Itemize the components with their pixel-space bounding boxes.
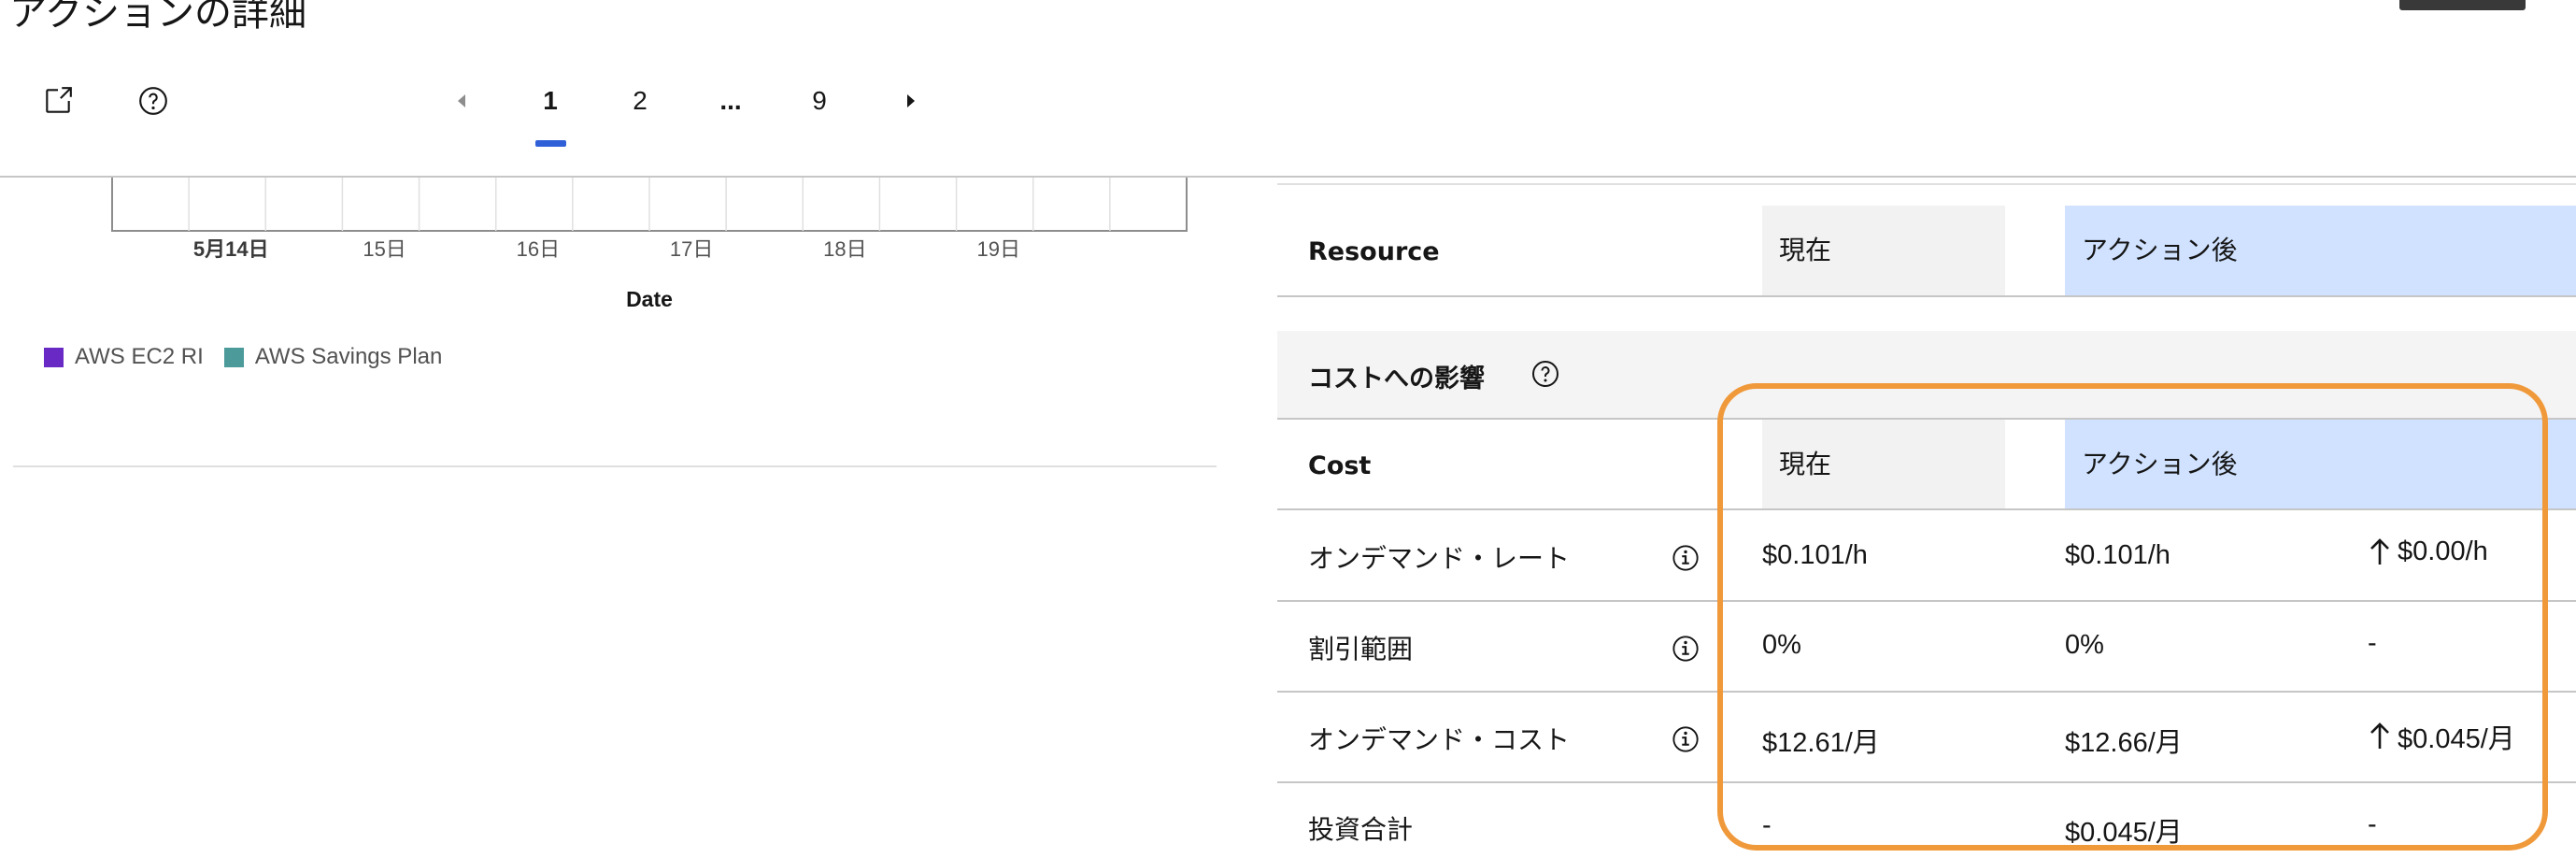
cell-after: $0.101/h: [2065, 540, 2170, 570]
info-icon[interactable]: [1672, 725, 1700, 753]
resource-current-label: 現在: [1779, 235, 1832, 265]
x-axis-title: Date: [626, 287, 673, 311]
legend-swatch: [223, 347, 244, 367]
row-divider: [1277, 600, 2576, 602]
arrow-up-icon: [2370, 537, 2389, 565]
help-icon: [1532, 361, 1558, 387]
next-page-button[interactable]: [892, 82, 930, 120]
caret-left-icon: [458, 94, 465, 107]
page-ellipsis[interactable]: ...: [707, 86, 754, 116]
cell-current: $0.101/h: [1762, 540, 1868, 570]
cost-current-label: 現在: [1779, 449, 1832, 479]
caret-right-icon: [907, 94, 915, 107]
delta-value: -: [2368, 809, 2377, 839]
cell-after: 0%: [2065, 630, 2104, 660]
cost-header-label: Cost: [1308, 451, 1372, 480]
row-divider: [1277, 508, 2576, 510]
row-divider: [1277, 781, 2576, 783]
legend-swatch: [44, 347, 64, 367]
chart: 5月14日 15日 16日 17日 18日 19日 Date: [111, 178, 1188, 311]
chart-legend: AWS EC2 RI AWS Savings Plan: [44, 344, 442, 370]
row-divider: [1277, 295, 2576, 297]
row-label-on-demand-cost: オンデマンド・コスト: [1308, 724, 1571, 755]
chart-divider: [13, 465, 1217, 467]
x-tick-label: 5月14日: [193, 237, 269, 261]
launch-icon: [46, 87, 72, 113]
cell-delta: $0.045/月: [2370, 717, 2515, 756]
chart-grid: [111, 178, 1188, 232]
cell-current: 0%: [1762, 630, 1801, 660]
chart-x-ticks: 5月14日 15日 16日 17日 18日 19日: [193, 237, 1020, 261]
resource-label: Resource: [1308, 237, 1440, 266]
x-tick-label: 17日: [670, 237, 713, 261]
cost-current-header: 現在: [1762, 420, 2005, 509]
row-divider: [1277, 691, 2576, 693]
arrow-up-icon: [2370, 722, 2389, 749]
cost-after-header: アクション後: [2065, 420, 2576, 509]
launch-button[interactable]: [34, 77, 82, 125]
delta-value: $0.00/h: [2398, 536, 2488, 566]
delta-value: -: [2368, 628, 2377, 658]
current-page-indicator: [535, 140, 566, 147]
info-icon[interactable]: [1672, 544, 1700, 572]
cell-delta: -: [2368, 628, 2377, 659]
cost-help-button[interactable]: [1521, 350, 1570, 398]
cell-delta: $0.00/h: [2370, 536, 2488, 567]
cell-after: $12.66/月: [2065, 728, 2183, 758]
page-1[interactable]: 1: [527, 86, 574, 116]
x-tick-label: 19日: [976, 237, 1019, 261]
row-label-total-investment: 投資合計: [1308, 814, 1414, 845]
cost-section-title: コストへの影響: [1308, 365, 1485, 393]
table-top-divider: [1277, 183, 2576, 185]
legend-label: AWS EC2 RI: [75, 344, 204, 369]
row-label-discount-coverage: 割引範囲: [1308, 634, 1414, 665]
resource-current-header: 現在: [1762, 206, 2005, 295]
x-tick-label: 18日: [823, 237, 866, 261]
legend-item-savings-plan[interactable]: AWS Savings Plan: [223, 344, 443, 370]
legend-item-ec2-ri[interactable]: AWS EC2 RI: [44, 344, 204, 370]
info-icon[interactable]: [1672, 635, 1700, 663]
cost-after-label: アクション後: [2082, 449, 2238, 479]
top-badge[interactable]: [2399, 0, 2526, 10]
cell-current: $12.61/月: [1762, 728, 1880, 758]
x-tick-label: 16日: [517, 237, 560, 261]
prev-page-button[interactable]: [443, 82, 480, 120]
x-tick-label: 15日: [363, 237, 406, 261]
cell-after: $0.045/月: [2065, 818, 2183, 848]
delta-value: $0.045/月: [2398, 724, 2515, 754]
page-title: アクションの詳細: [9, 0, 306, 35]
cell-current: -: [1762, 810, 1772, 840]
resource-after-label: アクション後: [2082, 235, 2238, 265]
help-button[interactable]: [129, 77, 178, 125]
row-label-on-demand-rate: オンデマンド・レート: [1308, 543, 1571, 574]
page-9[interactable]: 9: [796, 86, 843, 116]
resource-after-header: アクション後: [2065, 206, 2576, 295]
legend-label: AWS Savings Plan: [254, 344, 443, 369]
cell-delta: -: [2368, 809, 2377, 840]
page-2[interactable]: 2: [617, 86, 663, 116]
help-icon: [139, 87, 167, 115]
